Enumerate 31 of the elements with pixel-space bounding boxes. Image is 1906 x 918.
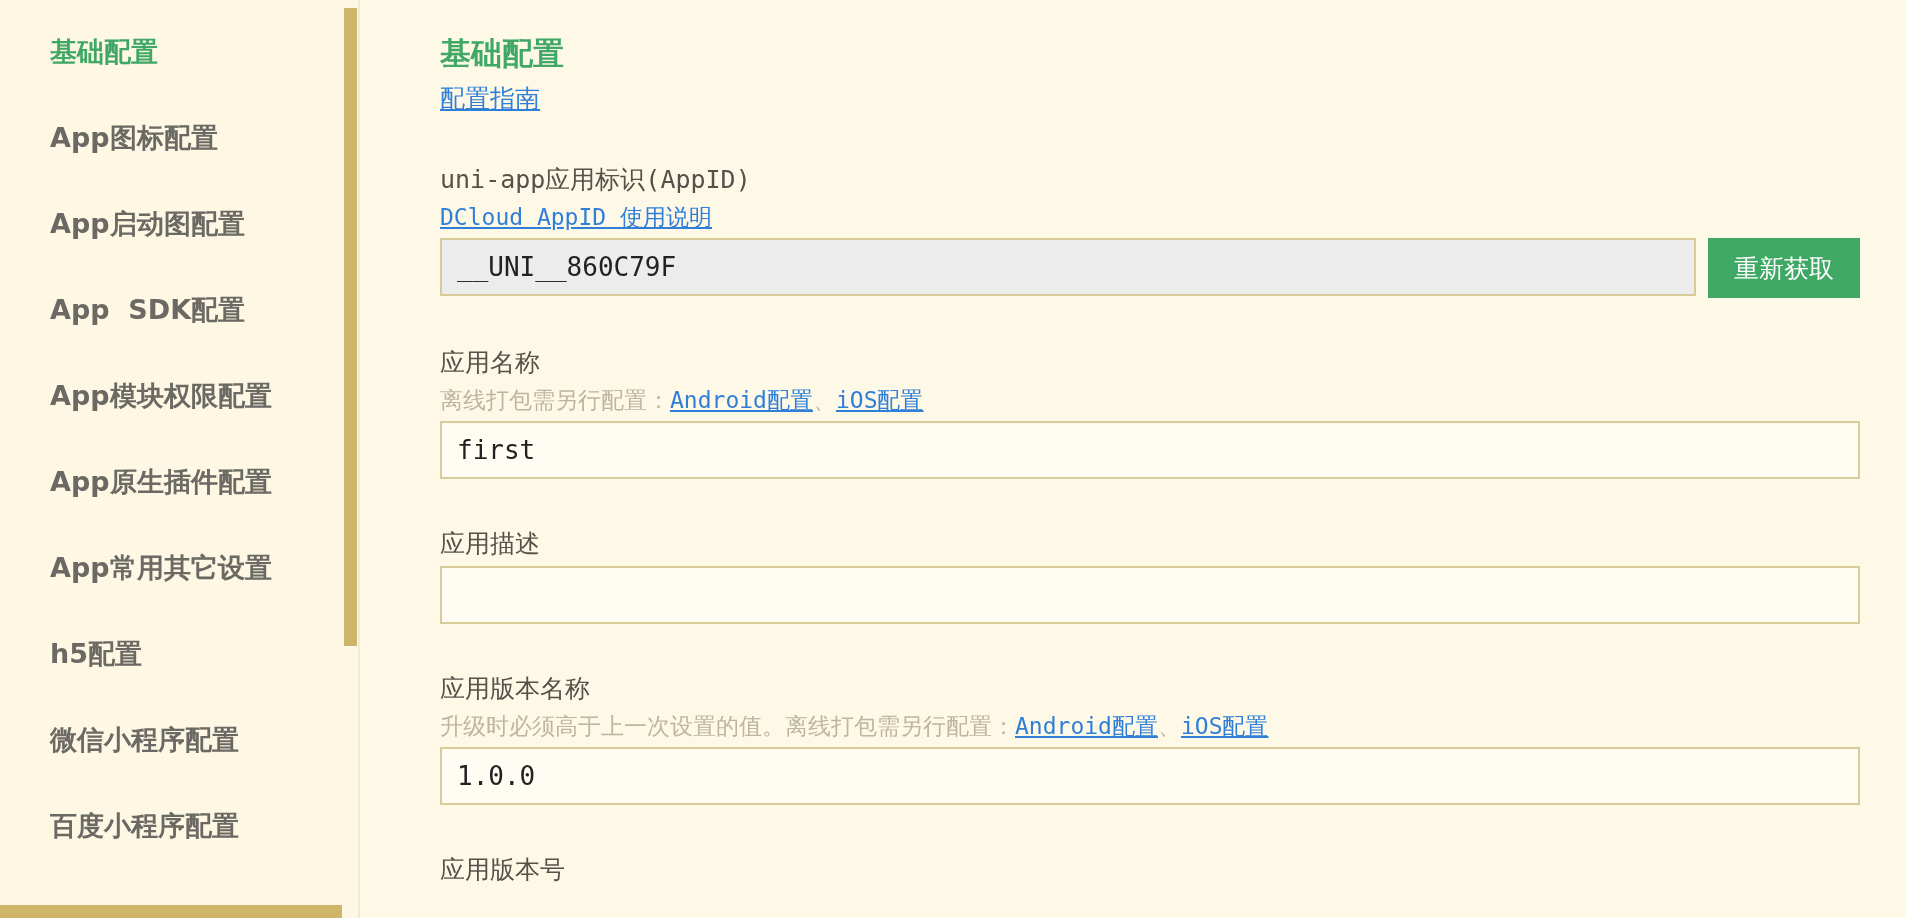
sidebar-item[interactable]: App SDK配置 bbox=[50, 291, 358, 328]
sidebar-item[interactable]: h5配置 bbox=[50, 635, 358, 672]
config-link[interactable]: Android配置 bbox=[1015, 713, 1158, 739]
field-hint: 升级时必须高于上一次设置的值。离线打包需另行配置：Android配置、iOS配置 bbox=[440, 712, 1270, 741]
config-link[interactable]: Android配置 bbox=[670, 387, 813, 413]
field-label: 应用版本名称 bbox=[440, 673, 591, 705]
field-label: 应用名称 bbox=[440, 347, 541, 379]
section-title: 基础配置 bbox=[440, 34, 565, 73]
text-field[interactable]: __UNI__860C79F bbox=[440, 238, 1696, 296]
sidebar-item[interactable]: 百度小程序配置 bbox=[50, 807, 358, 844]
sidebar-item[interactable]: App图标配置 bbox=[50, 119, 358, 156]
sidebar-item[interactable]: App常用其它设置 bbox=[50, 549, 358, 586]
scrollbar-thumb[interactable] bbox=[0, 905, 342, 918]
scrollbar-thumb[interactable] bbox=[344, 8, 357, 646]
text-field[interactable]: first bbox=[440, 421, 1860, 479]
field-hint: 离线打包需另行配置：Android配置、iOS配置 bbox=[440, 386, 925, 415]
field-label: 应用描述 bbox=[440, 528, 541, 560]
sidebar-item[interactable]: 微信小程序配置 bbox=[50, 721, 358, 758]
sidebar-item[interactable]: App原生插件配置 bbox=[50, 463, 358, 500]
sidebar-item[interactable]: App启动图配置 bbox=[50, 205, 358, 242]
config-link[interactable]: iOS配置 bbox=[1180, 713, 1269, 739]
doc-link[interactable]: DCloud AppID 使用说明 bbox=[440, 204, 712, 230]
text-field[interactable] bbox=[440, 566, 1860, 624]
text-field[interactable]: 1.0.0 bbox=[440, 747, 1860, 805]
refresh-button[interactable]: 重新获取 bbox=[1708, 238, 1860, 298]
field-label: uni-app应用标识(AppID) bbox=[440, 164, 752, 196]
sidebar-item[interactable]: App模块权限配置 bbox=[50, 377, 358, 414]
sidebar-item[interactable]: 基础配置 bbox=[50, 33, 358, 70]
field-label: 应用版本号 bbox=[440, 854, 566, 886]
config-link[interactable]: iOS配置 bbox=[835, 387, 924, 413]
guide-link[interactable]: 配置指南 bbox=[440, 81, 540, 117]
